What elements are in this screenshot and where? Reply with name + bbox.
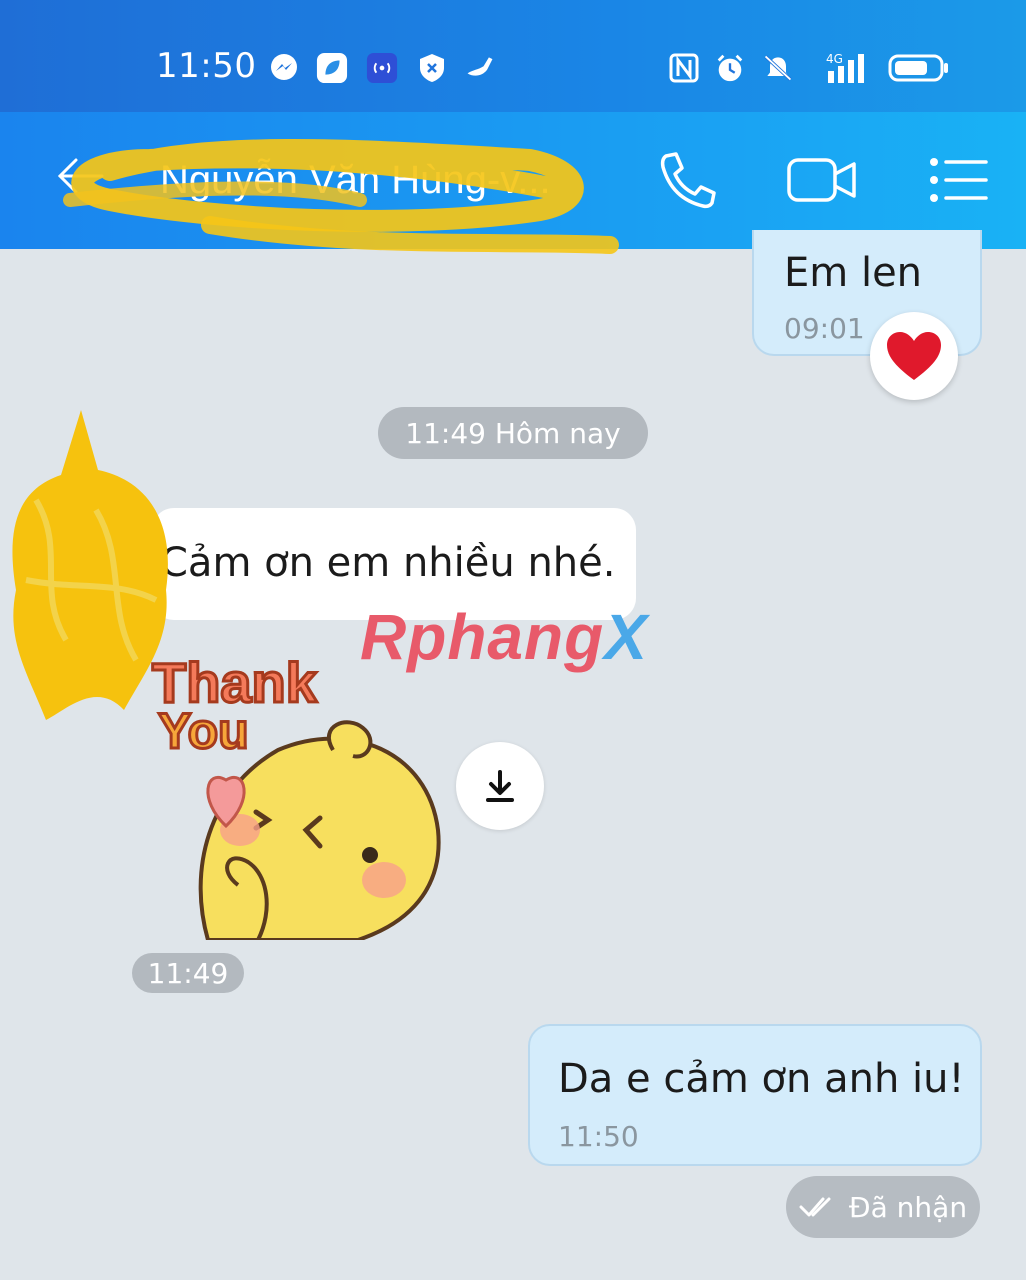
nfc-icon xyxy=(668,52,700,84)
alarm-icon xyxy=(714,52,746,84)
phone-icon[interactable] xyxy=(652,148,724,212)
shield-icon xyxy=(416,52,448,84)
message-time: 11:50 xyxy=(558,1120,639,1153)
message-time: 09:01 xyxy=(784,312,865,345)
network-type-label: 4G xyxy=(826,52,843,66)
message-text: Da e cảm ơn anh iu! xyxy=(558,1056,965,1102)
battery-icon xyxy=(888,52,950,84)
messenger-icon xyxy=(268,52,300,84)
app-icon xyxy=(316,52,348,84)
status-bar: 11:50 4G xyxy=(0,0,1026,112)
double-check-icon xyxy=(799,1197,831,1217)
delivery-status: Đã nhận xyxy=(786,1176,980,1238)
delivery-status-text: Đã nhận xyxy=(848,1190,968,1224)
sticker-time: 11:49 xyxy=(132,953,244,993)
message-bubble-outgoing[interactable]: Da e cảm ơn anh iu! 11:50 xyxy=(528,1024,982,1166)
signal-4g-icon: 4G xyxy=(814,52,874,84)
message-text: Cảm ơn em nhiều nhé. xyxy=(160,540,616,586)
heart-reaction-icon[interactable] xyxy=(870,312,958,400)
video-camera-icon[interactable] xyxy=(786,148,858,212)
cleaner-icon xyxy=(464,52,496,84)
thank-you-sticker[interactable]: Thank You xyxy=(148,640,448,940)
message-text: Em len xyxy=(784,250,923,296)
menu-icon[interactable] xyxy=(924,148,996,212)
sticker-text-you: You xyxy=(158,703,249,759)
date-separator: 11:49 Hôm nay xyxy=(378,407,648,459)
download-icon[interactable] xyxy=(456,742,544,830)
mute-icon xyxy=(762,52,794,84)
name-redaction-scribble xyxy=(63,139,619,254)
status-time: 11:50 xyxy=(156,46,257,86)
watermark: RphangX xyxy=(360,601,648,673)
hotspot-icon xyxy=(366,52,398,84)
